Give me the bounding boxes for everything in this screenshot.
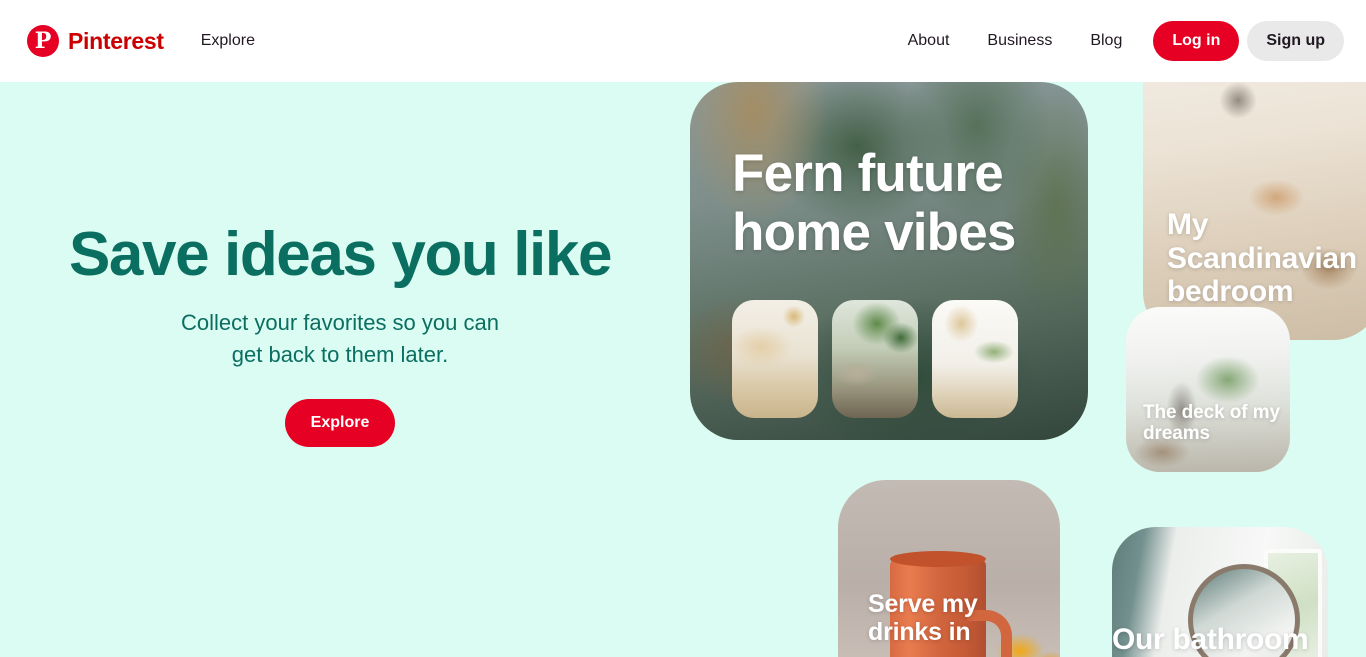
primary-nav: Explore [201, 32, 255, 50]
login-button[interactable]: Log in [1153, 21, 1240, 61]
pin-card-my-scandinavian-bedroom[interactable]: My Scandinavian bedroom [1143, 82, 1366, 340]
nav-item-about[interactable]: About [889, 32, 969, 50]
pin-card-fern-future-home-vibes[interactable]: Fern future home vibes [690, 82, 1088, 440]
pin-card-serve-my-drinks-in[interactable]: Serve my drinks in [838, 480, 1060, 657]
plant-living-room-thumbnail[interactable] [832, 300, 918, 418]
site-header: P Pinterest Explore About Business Blog … [0, 0, 1366, 82]
hero-section: Save ideas you like Collect your favorit… [0, 82, 1366, 657]
pin-card-our-bathroom[interactable]: Our bathroom [1112, 527, 1328, 657]
secondary-nav: About Business Blog Log in Sign up [889, 21, 1344, 61]
hero-subtitle-line-2: get back to them later. [231, 341, 449, 367]
hero-copy: Save ideas you like Collect your favorit… [0, 222, 680, 447]
signup-button[interactable]: Sign up [1247, 21, 1344, 61]
nav-item-blog[interactable]: Blog [1071, 32, 1141, 50]
pin-card-label: The deck of my dreams [1143, 402, 1280, 445]
white-room-chandelier-thumbnail[interactable] [932, 300, 1018, 418]
pin-thumbnail-row [732, 300, 1018, 418]
nav-item-business[interactable]: Business [968, 32, 1071, 50]
pin-card-the-deck-of-my-dreams[interactable]: The deck of my dreams [1126, 307, 1290, 472]
boho-bedroom-thumbnail[interactable] [732, 300, 818, 418]
explore-cta-button[interactable]: Explore [284, 398, 396, 447]
nav-item-explore[interactable]: Explore [201, 32, 255, 49]
pin-card-label: Fern future home vibes [732, 144, 1016, 263]
brand-wordmark: Pinterest [68, 27, 164, 54]
pin-card-label: Serve my drinks in [868, 590, 978, 646]
pin-card-label: My Scandinavian bedroom [1167, 208, 1357, 309]
hero-subtitle-line-1: Collect your favorites so you can [181, 310, 499, 336]
pin-card-label: Our bathroom [1112, 623, 1309, 656]
hero-subtitle: Collect your favorites so you can get ba… [0, 307, 680, 371]
pinterest-logo-icon: P [27, 25, 59, 57]
page-title: Save ideas you like [68, 220, 612, 289]
pinterest-logo[interactable]: P Pinterest [27, 25, 164, 57]
